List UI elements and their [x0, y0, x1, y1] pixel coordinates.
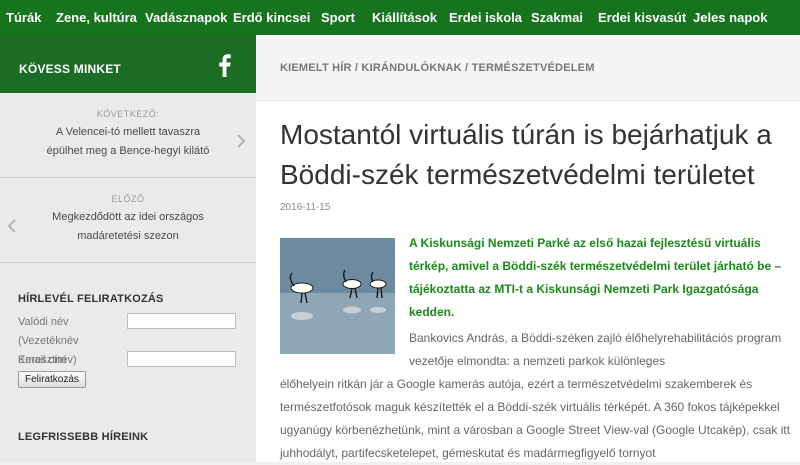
sidebar: KÖVESS MINKET KÖVETKEZŐ: A Velencei-tó m…: [0, 35, 256, 462]
nav-item-zene-kultura[interactable]: Zene, kultúra: [56, 0, 137, 35]
article-main: KIEMELT HÍR / KIRÁNDULÓKNAK / TERMÉSZETV…: [256, 35, 800, 462]
previous-post-nav[interactable]: ELŐZŐ Megkezdődött az idei országos madá…: [0, 178, 256, 263]
newsletter-widget: HÍRLEVÉL FELIRATKOZÁS Valódi név (Vezeté…: [18, 293, 248, 398]
chevron-left-icon[interactable]: [6, 218, 18, 234]
breadcrumb-bar: KIEMELT HÍR / KIRÁNDULÓKNAK / TERMÉSZETV…: [256, 35, 800, 101]
email-field[interactable]: [127, 351, 236, 367]
nav-item-erdo-kincsei[interactable]: Erdő kincsei: [233, 0, 310, 35]
article-title: Mostantól virtuális túrán is bejárhatjuk…: [280, 119, 772, 190]
nav-item-erdei-iskola[interactable]: Erdei iskola: [449, 0, 522, 35]
nav-item-vadasznapok[interactable]: Vadásznapok: [145, 0, 227, 35]
nav-item-sport[interactable]: Sport: [321, 0, 355, 35]
top-navigation: Túrák Zene, kultúra Vadásznapok Erdő kin…: [0, 0, 800, 35]
facebook-icon[interactable]: [215, 53, 235, 77]
nav-item-szakmai[interactable]: Szakmai: [531, 0, 583, 35]
nav-item-jeles-napok[interactable]: Jeles napok: [693, 0, 767, 35]
next-post-nav[interactable]: KÖVETKEZŐ: A Velencei-tó mellett tavaszr…: [0, 93, 256, 178]
nav-item-turak[interactable]: Túrák: [6, 0, 41, 35]
breadcrumb[interactable]: KIEMELT HÍR / KIRÁNDULÓKNAK / TERMÉSZETV…: [280, 62, 595, 74]
next-post-label: KÖVETKEZŐ:: [96, 109, 160, 119]
nav-item-erdei-kisvasut[interactable]: Erdei kisvasút: [598, 0, 686, 35]
email-field-label: Email cím: [18, 354, 67, 366]
article-body: Bankovics András, a Böddi-széken zajló é…: [280, 327, 800, 465]
next-post-link[interactable]: A Velencei-tó mellett tavaszra épülhet m…: [38, 123, 218, 161]
article-date: 2016-11-15: [280, 202, 331, 213]
chevron-right-icon[interactable]: [235, 133, 247, 149]
previous-post-link[interactable]: Megkezdődött az idei országos madáreteté…: [38, 208, 218, 246]
article-body-rest: élőhelyein ritkán jár a Google kamerás a…: [280, 377, 791, 460]
latest-news-widget: LEGFRISSEBB HÍREINK: [18, 431, 248, 443]
nav-item-kiallitasok[interactable]: Kiállítások: [372, 0, 437, 35]
name-field[interactable]: [127, 313, 236, 329]
follow-us-bar: KÖVESS MINKET: [0, 35, 256, 93]
latest-news-title: LEGFRISSEBB HÍREINK: [18, 431, 149, 443]
newsletter-title: HÍRLEVÉL FELIRATKOZÁS: [18, 293, 164, 305]
subscribe-button[interactable]: Feliratkozás: [18, 371, 86, 388]
article-lead: A Kiskunsági Nemzeti Parké az első hazai…: [409, 236, 782, 319]
previous-post-label: ELŐZŐ: [111, 194, 145, 204]
follow-us-title: KÖVESS MINKET: [19, 62, 121, 76]
article-body-first: Bankovics András, a Böddi-széken zajló é…: [409, 331, 782, 368]
